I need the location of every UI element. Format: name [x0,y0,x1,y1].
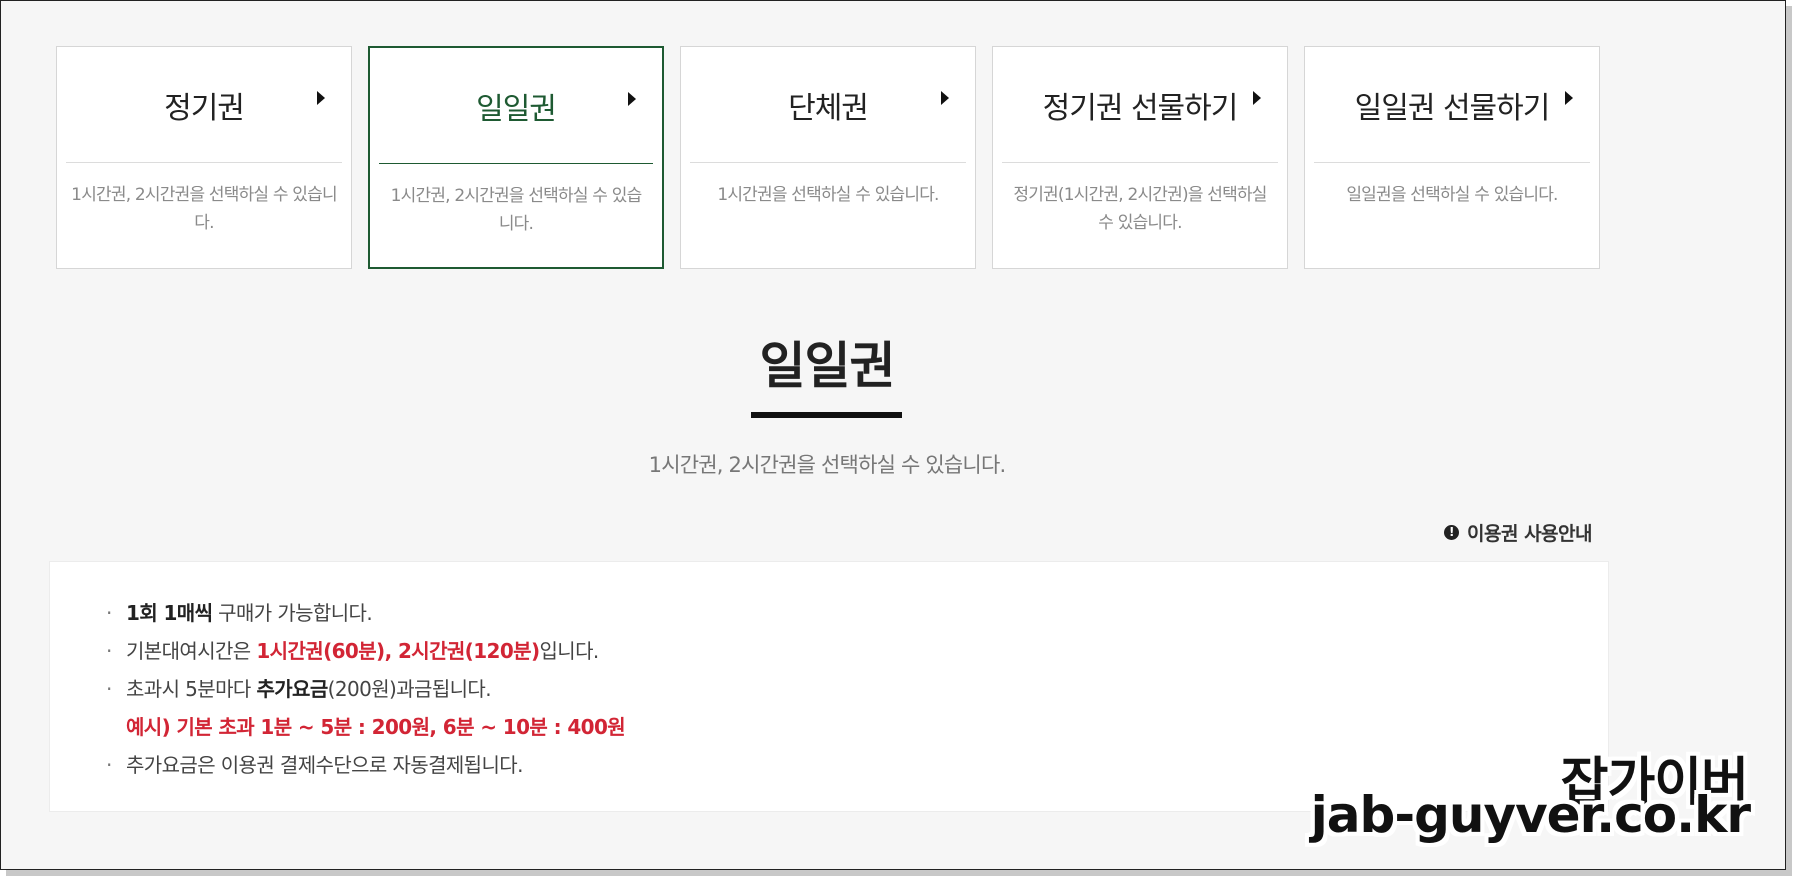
arrow-right-icon [628,92,636,106]
title-underline [751,412,902,418]
card-divider [1002,162,1278,163]
card-title: 정기권 [164,91,245,126]
card-divider [66,162,342,163]
notice-item: 초과시 5분마다 추가요금(200원)과금됩니다. [106,670,625,708]
section-subtitle: 1시간권, 2시간권을 선택하실 수 있습니다. [648,453,1007,477]
card-description: 정기권(1시간권, 2시간권)을 선택하실 수 있습니다. [1013,185,1267,233]
card-title: 일일권 [476,92,557,127]
card-description: 1시간권, 2시간권을 선택하실 수 있습니다. [390,186,643,234]
arrow-right-icon [1253,91,1261,105]
card-group-pass[interactable]: 단체권 1시간권을 선택하실 수 있습니다. [680,46,976,269]
arrow-right-icon [1565,91,1573,105]
notice-text: 구매가 가능합니다. [212,601,373,625]
card-daily-pass[interactable]: 일일권 1시간권, 2시간권을 선택하실 수 있습니다. [368,46,664,269]
usage-guide-label: 이용권 사용안내 [1467,523,1592,545]
card-description: 일일권을 선택하실 수 있습니다. [1346,185,1558,205]
card-title: 단체권 [788,91,869,126]
card-description: 1시간권, 2시간권을 선택하실 수 있습니다. [71,185,337,233]
notice-box: 1회 1매씩 구매가 가능합니다. 기본대여시간은 1시간권(60분), 2시간… [49,561,1609,812]
section-title: 일일권 [759,337,896,395]
page-frame: 정기권 1시간권, 2시간권을 선택하실 수 있습니다. 일일권 1시간권, 2… [0,0,1786,870]
card-regular-pass[interactable]: 정기권 1시간권, 2시간권을 선택하실 수 있습니다. [56,46,352,269]
notice-list: 1회 1매씩 구매가 가능합니다. 기본대여시간은 1시간권(60분), 2시간… [106,594,626,784]
notice-text: 입니다. [539,639,600,663]
card-title: 일일권 선물하기 [1354,91,1551,126]
notice-text: 초과시 5분마다 [126,677,257,701]
notice-highlight: 1시간권(60분), 2시간권(120분) [256,639,540,663]
card-divider [379,163,653,164]
notice-bold-text: 1회 1매씩 [126,601,213,625]
card-divider [690,162,966,163]
notice-text: 기본대여시간은 [126,639,257,663]
notice-bold-text: 추가요금 [256,677,328,701]
arrow-right-icon [941,91,949,105]
notice-item: 1회 1매씩 구매가 가능합니다. [106,594,625,632]
card-gift-daily-pass[interactable]: 일일권 선물하기 일일권을 선택하실 수 있습니다. [1304,46,1600,269]
card-divider [1314,162,1590,163]
notice-item: 기본대여시간은 1시간권(60분), 2시간권(120분)입니다. [106,632,625,670]
card-gift-regular-pass[interactable]: 정기권 선물하기 정기권(1시간권, 2시간권)을 선택하실 수 있습니다. [992,46,1288,269]
card-description: 1시간권을 선택하실 수 있습니다. [717,185,939,205]
notice-item: 추가요금은 이용권 결제수단으로 자동결제됩니다. [106,746,625,784]
watermark-url: jab-guyver.co.kr [1310,786,1751,844]
info-icon: ! [1444,525,1460,540]
usage-guide-link[interactable]: ! 이용권 사용안내 [1444,519,1592,546]
card-title: 정기권 선물하기 [1042,91,1239,126]
notice-text: (200원)과금됩니다. [327,677,492,701]
arrow-right-icon [317,91,325,105]
notice-example: 예시) 기본 초과 1분 ~ 5분 : 200원, 6분 ~ 10분 : 400… [126,715,626,739]
